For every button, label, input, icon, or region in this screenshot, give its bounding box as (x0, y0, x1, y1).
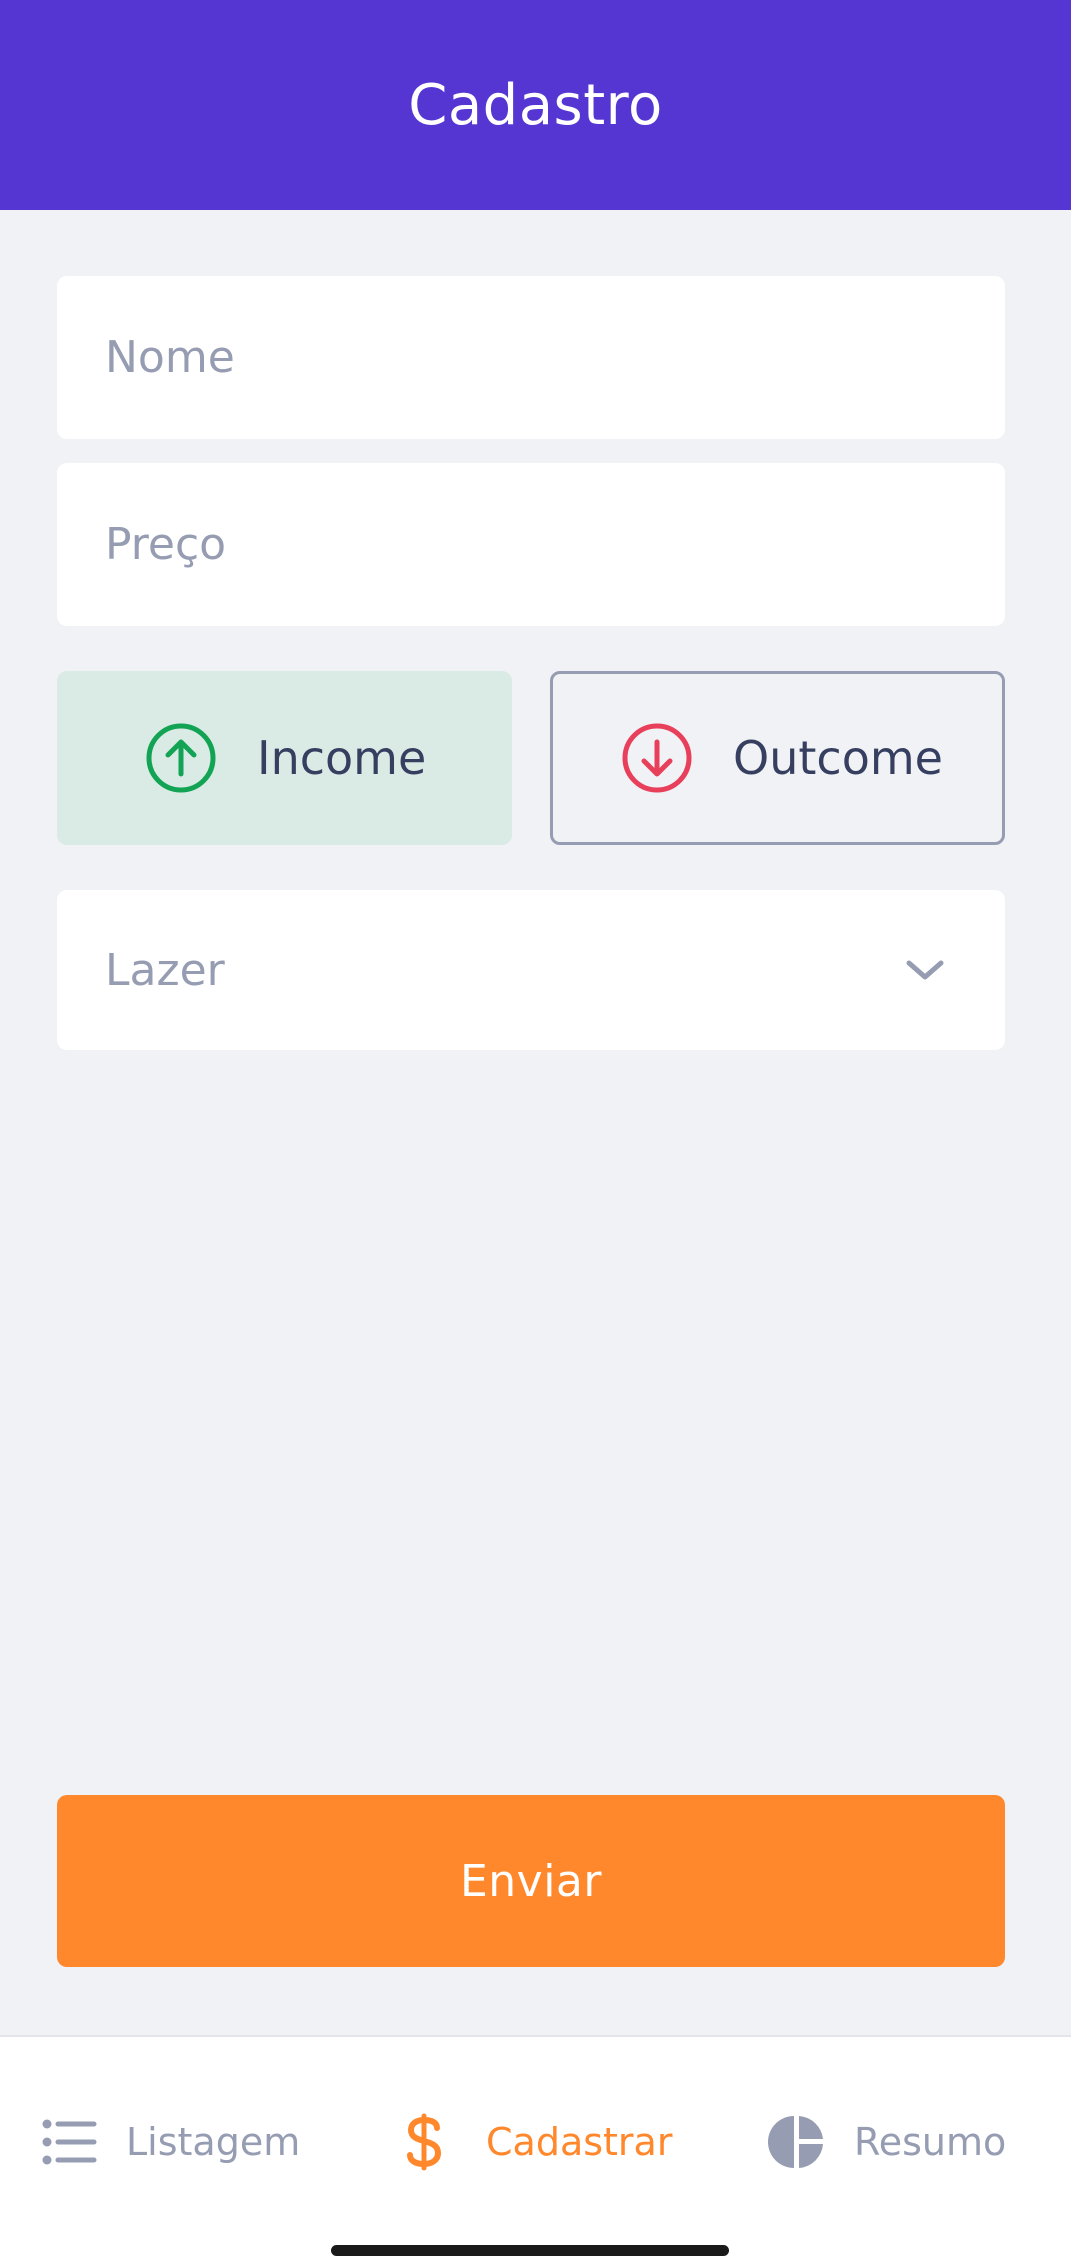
income-type-button[interactable]: Income (57, 671, 512, 845)
tab-listagem-label: Listagem (126, 2120, 301, 2164)
arrow-up-circle-icon (146, 723, 216, 793)
bottom-tab-bar: Listagem Cadastrar Resumo (0, 2035, 1071, 2268)
chevron-down-icon (906, 960, 944, 980)
list-icon (42, 2119, 97, 2165)
category-select[interactable]: Lazer (57, 890, 1005, 1050)
arrow-down-circle-icon (622, 723, 692, 793)
submit-button-label: Enviar (459, 1855, 602, 1907)
outcome-label: Outcome (733, 731, 943, 785)
page-title: Cadastro (408, 72, 663, 138)
home-indicator (331, 2245, 729, 2256)
price-input[interactable]: Preço (57, 463, 1005, 626)
tab-cadastrar[interactable]: Cadastrar (400, 2107, 672, 2177)
name-input-placeholder: Nome (105, 332, 235, 383)
price-input-placeholder: Preço (105, 519, 227, 570)
tab-resumo[interactable]: Resumo (768, 2107, 1006, 2177)
header: Cadastro (0, 0, 1071, 210)
name-input[interactable]: Nome (57, 276, 1005, 439)
tab-listagem[interactable]: Listagem (40, 2107, 300, 2177)
tab-resumo-label: Resumo (854, 2120, 1007, 2164)
category-select-value: Lazer (105, 944, 225, 996)
tab-cadastrar-label: Cadastrar (486, 2120, 673, 2164)
outcome-type-button[interactable]: Outcome (550, 671, 1005, 845)
income-label: Income (257, 731, 427, 785)
dollar-icon (407, 2113, 442, 2171)
submit-button[interactable]: Enviar (57, 1795, 1005, 1967)
pie-chart-icon (768, 2116, 823, 2168)
screen: Cadastro Nome Preço Income Outcome Lazer… (0, 0, 1071, 2268)
